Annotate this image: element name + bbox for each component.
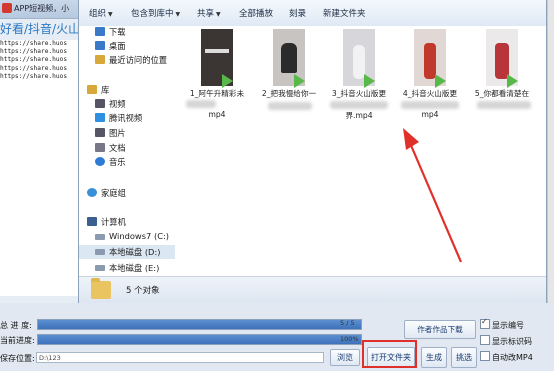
nav-item-drive-d[interactable]: 本地磁盘 (D:) — [79, 245, 175, 259]
dropdown-arrow-icon: ▼ — [216, 11, 221, 18]
current-progress-fill — [38, 335, 361, 344]
computer-icon — [87, 217, 97, 226]
url-line: https://share.huos — [0, 56, 68, 64]
recent-places-icon — [95, 55, 105, 64]
nav-item-pictures[interactable]: 图片 — [79, 127, 175, 139]
checkbox-checked-icon — [480, 317, 490, 329]
save-path-input[interactable]: D:\123 — [36, 352, 324, 363]
navigation-pane: 下载 桌面 最近访问的位置 库 视频 腾讯视频 图片 文档 音乐 家庭组 计算机… — [79, 26, 176, 276]
download-folder-icon — [95, 27, 105, 36]
nav-item-recent-places[interactable]: 最近访问的位置 — [79, 54, 175, 66]
share-menu[interactable]: 共享 ▼ — [197, 7, 221, 19]
show-number-checkbox[interactable]: 显示编号 — [480, 317, 524, 331]
total-progress-text: 5 / 5 — [340, 319, 355, 327]
app-title: APP短视频，小 — [14, 4, 70, 13]
video-library-icon — [95, 99, 105, 108]
pick-button[interactable]: 挑选 — [451, 347, 477, 368]
download-control-panel: 总 进 度: 5 / 5 当前进度: 100% 保存位置: D:\123 浏览 … — [0, 303, 554, 371]
current-progress-label: 当前进度: — [0, 336, 35, 345]
nav-item-documents[interactable]: 文档 — [79, 142, 175, 154]
play-all-button[interactable]: 全部播放 — [239, 7, 273, 19]
nav-item-downloads[interactable]: 下载 — [79, 26, 175, 38]
documents-library-icon — [95, 143, 105, 152]
url-list-area — [0, 86, 79, 296]
current-progress-bar — [37, 334, 362, 345]
total-progress-fill — [38, 320, 361, 329]
current-progress-text: 100% — [340, 335, 359, 343]
nav-item-videos[interactable]: 视频 — [79, 98, 175, 110]
save-location-label: 保存位置: — [0, 354, 35, 363]
nav-item-music[interactable]: 音乐 — [79, 156, 175, 168]
include-in-library-menu[interactable]: 包含到库中 ▼ — [131, 7, 180, 19]
author-works-download-button[interactable]: 作者作品下载 — [404, 320, 476, 339]
nav-item-homegroup[interactable]: 家庭组 — [79, 187, 175, 199]
highlight-box — [362, 340, 417, 368]
total-progress-bar — [37, 319, 362, 330]
total-progress-label: 总 进 度: — [0, 321, 32, 330]
desktop-icon — [95, 41, 105, 50]
window-scrollbar[interactable] — [547, 0, 554, 303]
checkbox-empty-icon — [480, 351, 490, 361]
url-line: https://share.huos — [0, 64, 68, 72]
drive-c-icon — [95, 234, 105, 240]
nav-item-tencent-video[interactable]: 腾讯视频 — [79, 112, 175, 124]
url-line: https://share.huos — [0, 40, 68, 47]
platform-tab[interactable]: 好看/抖音/火山 — [0, 20, 78, 38]
annotation-arrow-icon — [403, 128, 463, 263]
homegroup-icon — [87, 188, 97, 197]
generate-button[interactable]: 生成 — [421, 347, 447, 368]
nav-item-drive-c[interactable]: Windows7 (C:) — [79, 231, 175, 243]
nav-item-computer[interactable]: 计算机 — [79, 216, 175, 228]
drive-d-icon — [95, 249, 105, 255]
checkbox-empty-icon — [480, 335, 490, 345]
app-logo-icon — [2, 3, 12, 13]
file-explorer-window: 组织 ▼ 包含到库中 ▼ 共享 ▼ 全部播放 刻录 新建文件夹 下载 桌面 最近访问的… — [78, 0, 547, 303]
url-list[interactable]: https://share.huos https://share.huos ht… — [0, 40, 78, 86]
explorer-toolbar: 组织 ▼ 包含到库中 ▼ 共享 ▼ 全部播放 刻录 新建文件夹 — [79, 0, 546, 27]
drive-e-icon — [95, 265, 105, 271]
new-folder-button[interactable]: 新建文件夹 — [323, 7, 366, 19]
browse-button[interactable]: 浏览 — [330, 349, 360, 366]
show-watermark-checkbox[interactable]: 显示标识码 — [480, 335, 532, 347]
organize-menu[interactable]: 组织 ▼ — [89, 7, 113, 19]
dropdown-arrow-icon: ▼ — [175, 11, 181, 18]
nav-item-desktop[interactable]: 桌面 — [79, 40, 175, 52]
tencent-video-icon — [95, 113, 105, 122]
library-icon — [87, 85, 97, 94]
pictures-library-icon — [95, 128, 105, 137]
folder-icon — [91, 278, 111, 299]
url-line: https://share.huos — [0, 72, 68, 80]
app-titlebar: APP短视频，小 — [0, 0, 78, 19]
dropdown-arrow-icon: ▼ — [108, 11, 113, 18]
nav-item-drive-e[interactable]: 本地磁盘 (E:) — [79, 262, 175, 274]
object-count: 5 个对象 — [126, 286, 160, 296]
url-line: https://share.huos — [0, 48, 68, 56]
burn-button[interactable]: 刻录 — [289, 7, 306, 19]
music-library-icon — [95, 157, 105, 166]
auto-mp4-checkbox[interactable]: 自动改MP4 — [480, 351, 533, 363]
nav-item-libraries[interactable]: 库 — [79, 84, 175, 96]
file-list: 1_阿午升精彩未 mp4 2_把我慢给你一 3_抖音火山版更 界.mp4 4_抖… — [175, 26, 546, 276]
details-pane: 5 个对象 — [79, 276, 546, 303]
